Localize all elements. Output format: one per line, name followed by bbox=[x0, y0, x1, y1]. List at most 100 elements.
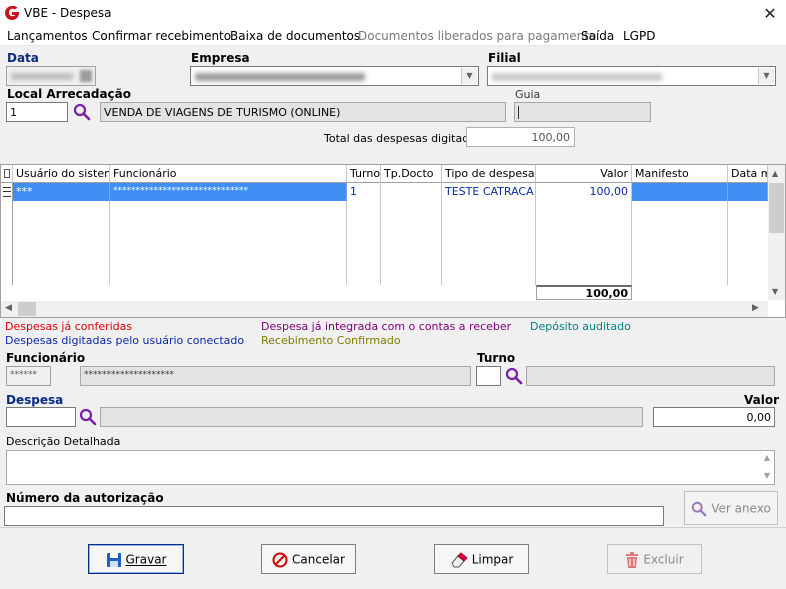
scroll-h-thumb[interactable] bbox=[18, 302, 36, 316]
col-data[interactable]: Data m bbox=[728, 165, 768, 183]
close-icon[interactable]: ✕ bbox=[762, 4, 778, 23]
grid-col-line bbox=[13, 201, 110, 285]
turno-input[interactable] bbox=[476, 366, 501, 386]
turno-desc-field bbox=[526, 366, 775, 386]
trash-icon bbox=[626, 552, 639, 568]
gravar-button[interactable]: Gravar bbox=[88, 544, 184, 574]
despesa-label: Despesa bbox=[6, 393, 64, 407]
total-field: 100,00 bbox=[466, 127, 575, 147]
menu-saida[interactable]: Saída bbox=[581, 29, 614, 43]
turno-label: Turno bbox=[477, 351, 516, 365]
title-bar bbox=[0, 0, 786, 26]
cancelar-label: Cancelar bbox=[292, 552, 345, 567]
legend-integrada: Despesa já integrada com o contas a rece… bbox=[261, 320, 512, 333]
vertical-scrollbar[interactable]: ▲ ▼ bbox=[768, 165, 785, 300]
menu-lancamentos[interactable]: Lançamentos bbox=[7, 29, 88, 43]
ver-anexo-button[interactable]: Ver anexo bbox=[684, 491, 778, 525]
grid-col-line bbox=[536, 201, 632, 285]
legend-digitadas: Despesas digitadas pelo usuário conectad… bbox=[5, 334, 245, 347]
cell-tpdocto[interactable] bbox=[381, 183, 442, 201]
scroll-thumb[interactable] bbox=[769, 183, 784, 233]
local-label: Local Arrecadação bbox=[7, 87, 132, 101]
menu-confirmar-recebimento[interactable]: Confirmar recebimento bbox=[92, 29, 231, 43]
calendar-icon[interactable] bbox=[80, 70, 92, 82]
despesas-grid[interactable]: Usuário do sistema Funcionário Turno Tp.… bbox=[0, 164, 786, 318]
col-usuario[interactable]: Usuário do sistema bbox=[13, 165, 110, 183]
eraser-icon bbox=[451, 552, 468, 568]
grid-menu-icon[interactable] bbox=[4, 169, 10, 178]
row-indicator[interactable] bbox=[1, 183, 13, 201]
grid-col-line bbox=[632, 201, 728, 285]
grid-col-line bbox=[347, 201, 381, 285]
magnifier-icon[interactable] bbox=[79, 408, 97, 426]
chevron-down-icon[interactable]: ▼ bbox=[758, 68, 774, 84]
excluir-label: Excluir bbox=[643, 552, 684, 567]
redacted-date bbox=[11, 73, 73, 80]
cell-valor[interactable]: 100,00 bbox=[536, 183, 632, 201]
no-entry-icon bbox=[272, 552, 288, 568]
grid-footer-total: 100,00 bbox=[536, 285, 632, 300]
scroll-up-icon[interactable]: ▲ bbox=[764, 453, 770, 462]
valor-input[interactable]: 0,00 bbox=[653, 407, 775, 427]
menu-baixa-documentos[interactable]: Baixa de documentos bbox=[230, 29, 360, 43]
cell-funcionario[interactable]: ****************************** bbox=[110, 183, 347, 201]
chevron-down-icon[interactable]: ▼ bbox=[461, 68, 477, 84]
grid-col-line bbox=[381, 201, 442, 285]
col-valor[interactable]: Valor bbox=[536, 165, 632, 183]
empresa-combo[interactable]: ▼ bbox=[190, 66, 479, 86]
autorizacao-label: Número da autorização bbox=[6, 491, 164, 505]
cell-usuario[interactable]: *** bbox=[13, 183, 110, 201]
menu-documentos-liberados[interactable]: Documentos liberados para pagamento bbox=[358, 29, 596, 43]
legend-deposito: Depósito auditado bbox=[530, 320, 631, 333]
valor-value: 0,00 bbox=[746, 411, 772, 424]
col-tpdocto[interactable]: Tp.Docto bbox=[381, 165, 442, 183]
cell-turno[interactable]: 1 bbox=[347, 183, 381, 201]
data-field[interactable] bbox=[6, 66, 96, 86]
funcionario-code-field: ****** bbox=[6, 366, 51, 386]
col-funcionario[interactable]: Funcionário bbox=[110, 165, 347, 183]
despesa-code-input[interactable] bbox=[6, 407, 76, 427]
menu-lgpd[interactable]: LGPD bbox=[623, 29, 655, 43]
descricao-textarea[interactable]: ▲ ▼ bbox=[6, 450, 775, 485]
col-tipo-despesa[interactable]: Tipo de despesa bbox=[442, 165, 536, 183]
redacted-empresa bbox=[195, 73, 365, 81]
scroll-down-icon[interactable]: ▼ bbox=[764, 471, 770, 480]
ver-anexo-label: Ver anexo bbox=[711, 501, 771, 516]
col-manifesto[interactable]: Manifesto bbox=[632, 165, 728, 183]
scroll-right-icon[interactable]: ▶ bbox=[752, 303, 759, 313]
grid-col-line bbox=[442, 201, 536, 285]
scroll-left-icon[interactable]: ◀ bbox=[5, 303, 12, 313]
excluir-button[interactable]: Excluir bbox=[607, 544, 702, 574]
row-edit-icon-line bbox=[3, 191, 11, 192]
text-caret bbox=[518, 106, 519, 119]
despesa-desc-field bbox=[100, 407, 643, 427]
local-code-input[interactable]: 1 bbox=[6, 102, 68, 122]
cell-manifesto[interactable] bbox=[632, 183, 728, 201]
grid-col-line bbox=[110, 201, 347, 285]
total-label: Total das despesas digitadas bbox=[324, 132, 482, 145]
legend-conferidas: Despesas já conferidas bbox=[5, 320, 133, 333]
filial-combo[interactable]: ▼ bbox=[487, 66, 776, 86]
funcionario-name-value: ******************** bbox=[84, 370, 174, 380]
divider bbox=[0, 527, 786, 528]
cancelar-button[interactable]: Cancelar bbox=[261, 544, 356, 574]
data-label: Data bbox=[7, 51, 39, 65]
magnifier-icon bbox=[691, 501, 707, 517]
col-turno[interactable]: Turno bbox=[347, 165, 381, 183]
horizontal-scrollbar[interactable]: ◀ ▶ bbox=[1, 301, 768, 317]
limpar-button[interactable]: Limpar bbox=[434, 544, 529, 574]
cell-data[interactable] bbox=[728, 183, 768, 201]
scroll-up-icon[interactable]: ▲ bbox=[772, 169, 778, 178]
grid-corner bbox=[1, 165, 13, 183]
descricao-label: Descrição Detalhada bbox=[6, 435, 121, 448]
autorizacao-input[interactable] bbox=[4, 506, 664, 526]
floppy-icon bbox=[106, 553, 121, 567]
filial-label: Filial bbox=[488, 51, 521, 65]
magnifier-icon[interactable] bbox=[505, 367, 523, 385]
local-name-value: VENDA DE VIAGENS DE TURISMO (ONLINE) bbox=[104, 106, 341, 119]
cell-tipo-despesa[interactable]: TESTE CATRACA bbox=[442, 183, 536, 201]
magnifier-icon[interactable] bbox=[73, 103, 91, 121]
funcionario-name-field: ******************** bbox=[80, 366, 471, 386]
funcionario-label: Funcionário bbox=[6, 351, 86, 365]
scroll-down-icon[interactable]: ▼ bbox=[772, 287, 778, 296]
